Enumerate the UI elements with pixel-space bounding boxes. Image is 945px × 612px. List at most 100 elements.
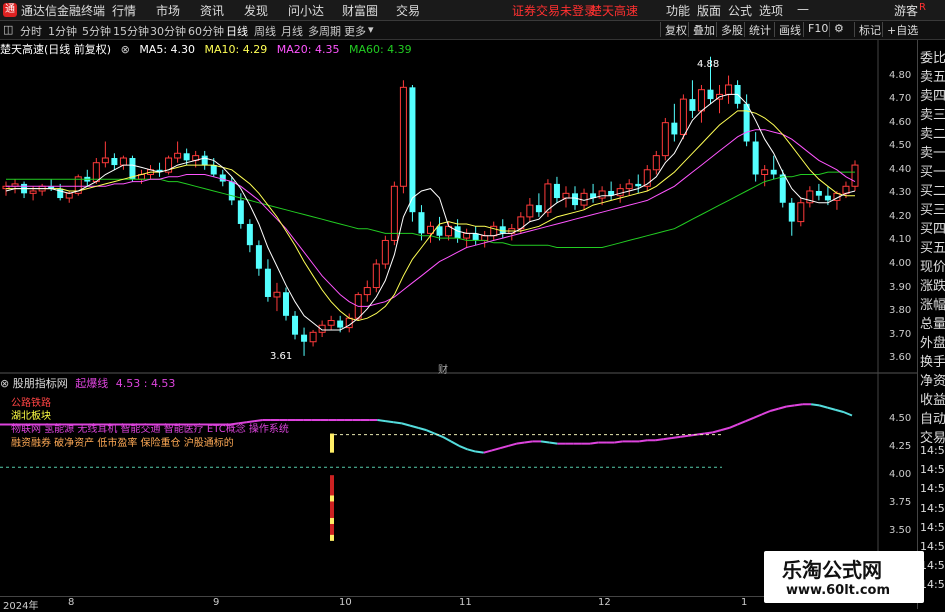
candle-body bbox=[851, 164, 859, 187]
more-chevron-icon[interactable]: ▾ bbox=[368, 23, 374, 36]
ma5-line bbox=[5, 93, 856, 331]
indicator-separator: : bbox=[143, 377, 148, 390]
candle-body bbox=[652, 155, 660, 171]
indicator-line-segment bbox=[769, 407, 779, 412]
quote-panel-label[interactable]: 自动 bbox=[920, 408, 945, 427]
quote-panel-label: 14:56 bbox=[920, 463, 945, 477]
login-warning[interactable]: 证券交易未登录 bbox=[512, 2, 596, 19]
toolbar-toggle-icon[interactable]: ◫ bbox=[3, 23, 13, 36]
period-tab[interactable]: 60分钟 bbox=[188, 23, 224, 39]
candle-body bbox=[29, 190, 37, 194]
toolbar-button[interactable]: 叠加 bbox=[688, 22, 719, 37]
candle-body bbox=[526, 204, 534, 218]
menu-item[interactable]: 财富圈 bbox=[342, 2, 378, 19]
high-annotation: 4.88 bbox=[697, 59, 720, 70]
period-tab[interactable]: 15分钟 bbox=[113, 23, 149, 39]
price-tick: 3.60 bbox=[889, 352, 912, 364]
date-label: 12 bbox=[598, 597, 611, 608]
indicator-line-segment bbox=[401, 422, 411, 427]
indicator-toggle-icon[interactable]: ⊗ bbox=[0, 377, 9, 390]
toolbar-button[interactable]: 标记 bbox=[854, 22, 885, 37]
period-tab[interactable]: 多周期 bbox=[308, 23, 341, 39]
menu-item[interactable]: 发现 bbox=[244, 2, 268, 19]
period-tab[interactable]: 月线 bbox=[281, 23, 303, 39]
indicator-line-segment bbox=[655, 438, 664, 442]
quote-panel-label: 买五 bbox=[920, 241, 945, 256]
toolbar-button[interactable]: 画线 bbox=[774, 22, 805, 37]
indicator-line-segment bbox=[827, 406, 836, 411]
menu-right-item[interactable]: 选项 bbox=[759, 2, 783, 19]
watermark-url: www.60lt.com bbox=[786, 583, 891, 598]
quote-panel-label: 卖四 bbox=[920, 89, 945, 104]
candle-body bbox=[309, 331, 317, 343]
candle-body bbox=[625, 183, 633, 190]
date-label: 11 bbox=[459, 597, 472, 608]
indicator-line-segment bbox=[467, 448, 476, 453]
candle-body bbox=[273, 291, 281, 298]
candle-body bbox=[553, 183, 560, 199]
minimize-icon[interactable]: — bbox=[797, 2, 809, 16]
signal-marker bbox=[330, 495, 334, 502]
indicator-line-segment bbox=[794, 403, 804, 407]
quote-panel-label: 涨跌 bbox=[920, 279, 945, 294]
candle-body bbox=[237, 200, 244, 224]
menu-item[interactable]: 资讯 bbox=[200, 2, 224, 19]
quote-panel-label: 总量 bbox=[920, 317, 945, 332]
indicator-line-segment bbox=[843, 411, 853, 417]
period-tab[interactable]: 更多 bbox=[344, 23, 366, 39]
menu-bar: 通 通达信金融终端 行情 市场 资讯 发现 问小达 财富圈 交易 证券交易未登录… bbox=[0, 0, 945, 21]
chart-area[interactable] bbox=[0, 40, 917, 596]
period-tab-active[interactable]: 日线 bbox=[226, 23, 248, 39]
period-tab[interactable]: 5分钟 bbox=[82, 23, 111, 39]
candle-body bbox=[580, 192, 588, 206]
indicator-line-segment bbox=[393, 421, 403, 425]
indicator-line-segment bbox=[728, 423, 738, 429]
period-tab[interactable]: 分时 bbox=[20, 23, 42, 39]
indicator-line-segment bbox=[761, 410, 771, 416]
candle-body bbox=[635, 183, 642, 187]
quote-panel-label: 收益 bbox=[920, 393, 945, 408]
indicator-line-segment bbox=[426, 429, 435, 435]
period-tab[interactable]: 周线 bbox=[254, 23, 276, 39]
period-tab[interactable]: 30分钟 bbox=[150, 23, 186, 39]
candle-body bbox=[301, 334, 308, 342]
period-tab[interactable]: 1分钟 bbox=[48, 23, 77, 39]
menu-item[interactable]: 市场 bbox=[156, 2, 180, 19]
toolbar-button[interactable]: 多股 bbox=[716, 22, 747, 37]
indicator-line-segment bbox=[458, 444, 468, 451]
toolbar-button[interactable]: 统计 bbox=[744, 22, 775, 37]
date-label: 9 bbox=[213, 597, 220, 608]
quote-panel-label: 14:56 bbox=[920, 501, 945, 515]
menu-right-item[interactable]: 功能 bbox=[666, 2, 690, 19]
toolbar-button[interactable]: 复权 bbox=[660, 22, 691, 37]
quote-panel-label: 买二 bbox=[920, 184, 945, 199]
menu-right-item[interactable]: 公式 bbox=[728, 2, 752, 19]
indicator-line-segment bbox=[540, 440, 550, 444]
indicator-line-segment bbox=[549, 441, 558, 445]
candle-body bbox=[174, 152, 182, 159]
candle-body bbox=[743, 103, 750, 142]
menu-item[interactable]: 交易 bbox=[396, 2, 420, 19]
candle-body bbox=[815, 190, 822, 196]
quote-panel-label: 买一 bbox=[920, 165, 945, 180]
candle-body bbox=[327, 320, 335, 326]
menu-item[interactable]: 问小达 bbox=[288, 2, 324, 19]
menu-right-item[interactable]: 版面 bbox=[697, 2, 721, 19]
candle-body bbox=[409, 87, 416, 213]
indicator-line-segment bbox=[483, 449, 493, 454]
quote-panel-label: 卖一 bbox=[920, 146, 945, 161]
candle-body bbox=[264, 268, 271, 297]
panel-corner-icon[interactable]: R bbox=[919, 2, 926, 13]
candle-body bbox=[697, 89, 705, 112]
candle-body bbox=[246, 223, 253, 246]
settings-gear-icon[interactable]: ⚙ bbox=[829, 22, 848, 37]
candle-body bbox=[661, 122, 669, 157]
candle-body bbox=[210, 165, 217, 175]
toolbar-button[interactable]: F10 bbox=[803, 22, 832, 37]
indicator-value: 4.53 bbox=[115, 377, 141, 390]
menu-item[interactable]: 行情 bbox=[112, 2, 136, 19]
candle-body bbox=[255, 245, 262, 269]
indicator-name[interactable]: 股朋指标网 bbox=[13, 377, 68, 390]
indicator-line-segment bbox=[377, 419, 386, 423]
low-annotation: 3.61 bbox=[270, 351, 293, 362]
